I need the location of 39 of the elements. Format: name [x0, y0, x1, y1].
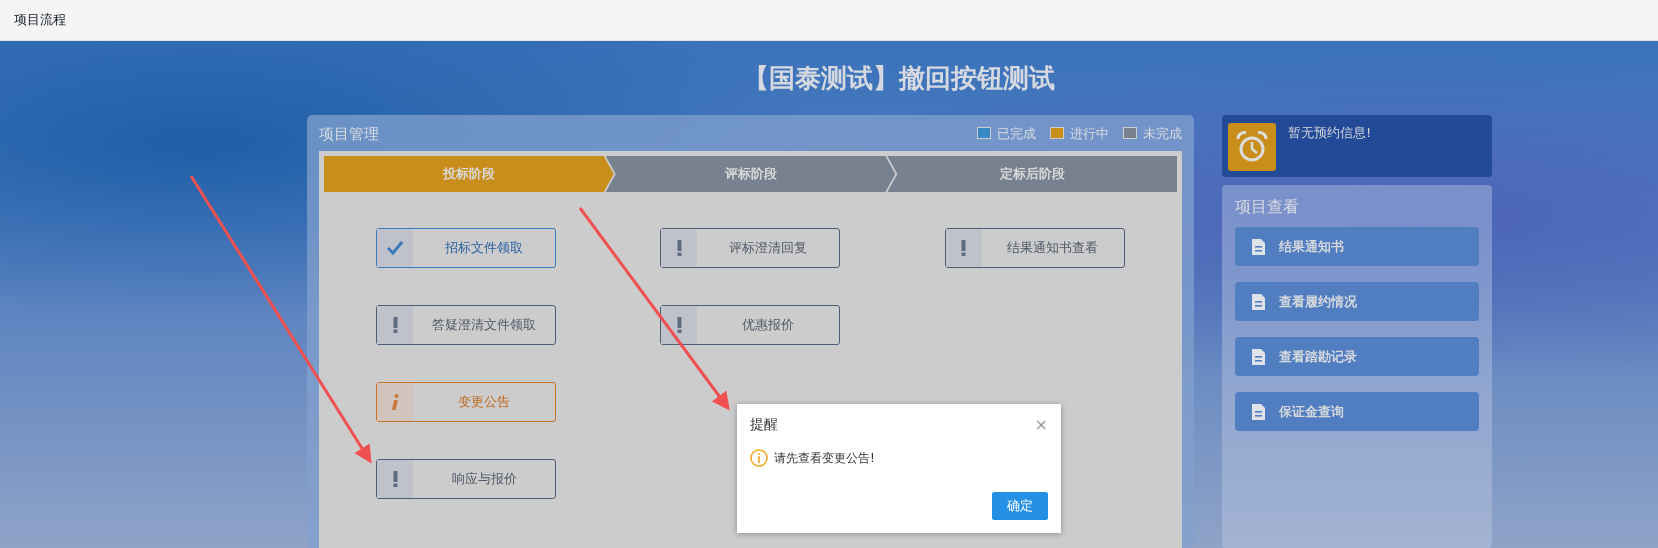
- document-icon: [1252, 293, 1265, 310]
- ok-button[interactable]: 确定: [992, 492, 1048, 520]
- stage-tab[interactable]: 定标后阶段: [887, 156, 1177, 192]
- stage-tab[interactable]: 评标阶段: [605, 156, 896, 192]
- legend-label: 进行中: [1070, 126, 1109, 142]
- sidebar-button[interactable]: 查看履约情况: [1235, 282, 1479, 321]
- legend-label: 已完成: [997, 126, 1036, 142]
- sidebar-title: 项目查看: [1235, 196, 1300, 218]
- task-button[interactable]: 响应与报价: [376, 459, 557, 499]
- alarm-clock-icon: [1228, 123, 1276, 171]
- reminder-text: 暂无预约信息!: [1288, 124, 1372, 142]
- sidebar-button[interactable]: 结果通知书: [1235, 227, 1479, 266]
- close-button[interactable]: ×: [1034, 414, 1048, 435]
- project-title: 【国泰测试】撤回按钮测试: [743, 63, 1055, 93]
- stage-tab[interactable]: 投标阶段: [324, 156, 614, 192]
- document-icon: [1252, 348, 1265, 365]
- task-button[interactable]: 答疑澄清文件领取: [376, 305, 557, 345]
- dialog-message: 请先查看变更公告!: [774, 450, 875, 467]
- exclamation-icon: [661, 229, 698, 267]
- exclamation-icon: [945, 229, 982, 267]
- legend-label: 未完成: [1143, 126, 1182, 142]
- sidebar-button[interactable]: 保证金查询: [1235, 392, 1479, 431]
- info-icon: [377, 383, 414, 421]
- task-button[interactable]: 结果通知书查看: [944, 228, 1125, 268]
- task-button[interactable]: 变更公告: [376, 382, 557, 422]
- info-icon: [750, 449, 768, 467]
- sidebar-button[interactable]: 查看踏勘记录: [1235, 337, 1479, 376]
- document-icon: [1252, 403, 1265, 420]
- exclamation-icon: [377, 306, 414, 344]
- task-button[interactable]: 招标文件领取: [376, 228, 557, 268]
- task-button[interactable]: 评标澄清回复: [660, 228, 841, 268]
- task-button[interactable]: 优惠报价: [660, 305, 841, 345]
- exclamation-icon: [377, 460, 414, 498]
- check-icon: [377, 229, 414, 267]
- page-title: 项目流程: [14, 11, 66, 30]
- exclamation-icon: [661, 306, 698, 344]
- panel-title: 项目管理: [319, 123, 379, 145]
- dialog-title: 提醒: [750, 415, 778, 434]
- document-icon: [1252, 238, 1265, 255]
